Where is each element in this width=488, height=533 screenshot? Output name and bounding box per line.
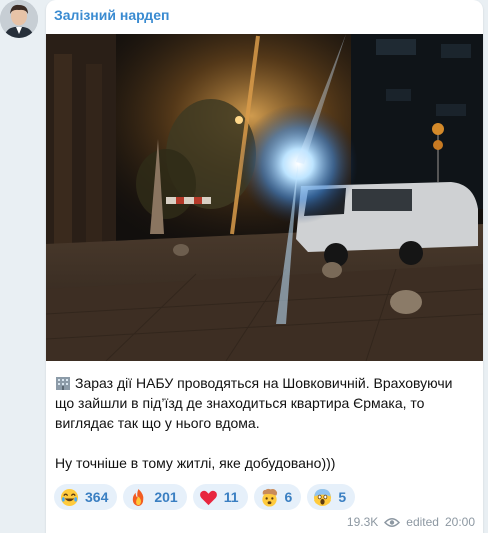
message-bubble: Залізний нардеп Зараз дії НАБУ проводять… xyxy=(46,0,483,533)
fire-emoji-icon xyxy=(133,488,144,506)
channel-avatar[interactable] xyxy=(0,0,38,38)
message-time: 20:00 xyxy=(444,515,475,529)
eye-icon xyxy=(384,517,401,527)
reaction-heart-count: 11 xyxy=(223,489,239,505)
channel-name[interactable]: Залізний нардеп xyxy=(54,7,169,23)
night-street-photo xyxy=(46,34,483,361)
message-paragraph-2: Ну точніше в тому житлі, яке добудовано)… xyxy=(55,455,336,471)
reactions-bar: 364 201 11 6 5 xyxy=(54,484,356,510)
exploding-head-emoji-icon xyxy=(261,488,277,507)
reaction-exploding-head[interactable]: 6 xyxy=(253,484,302,510)
laughing-emoji-icon xyxy=(60,488,79,506)
reaction-exploding-head-count: 6 xyxy=(284,489,293,505)
reaction-laughing[interactable]: 364 xyxy=(54,484,118,510)
heart-emoji-icon xyxy=(199,490,217,505)
screaming-emoji-icon xyxy=(314,488,332,506)
avatar-portrait-image xyxy=(0,0,38,38)
views-count: 19.3K xyxy=(346,515,379,529)
edited-label: edited xyxy=(406,515,439,529)
reaction-screaming[interactable]: 5 xyxy=(307,484,356,510)
reaction-screaming-count: 5 xyxy=(338,489,347,505)
reaction-laughing-count: 364 xyxy=(85,489,109,505)
reaction-fire-count: 201 xyxy=(154,489,178,505)
message-photo[interactable] xyxy=(46,34,483,361)
reaction-heart[interactable]: 11 xyxy=(192,484,248,510)
message-meta: 19.3K edited 20:00 xyxy=(347,515,475,529)
message-paragraph-1-text: Зараз дії НАБУ проводяться на Шовковичні… xyxy=(55,375,453,431)
message-text: Зараз дії НАБУ проводяться на Шовковичні… xyxy=(55,373,475,473)
reaction-fire[interactable]: 201 xyxy=(123,484,187,510)
office-building-icon xyxy=(56,377,70,390)
message-paragraph-1: Зараз дії НАБУ проводяться на Шовковичні… xyxy=(55,373,475,433)
